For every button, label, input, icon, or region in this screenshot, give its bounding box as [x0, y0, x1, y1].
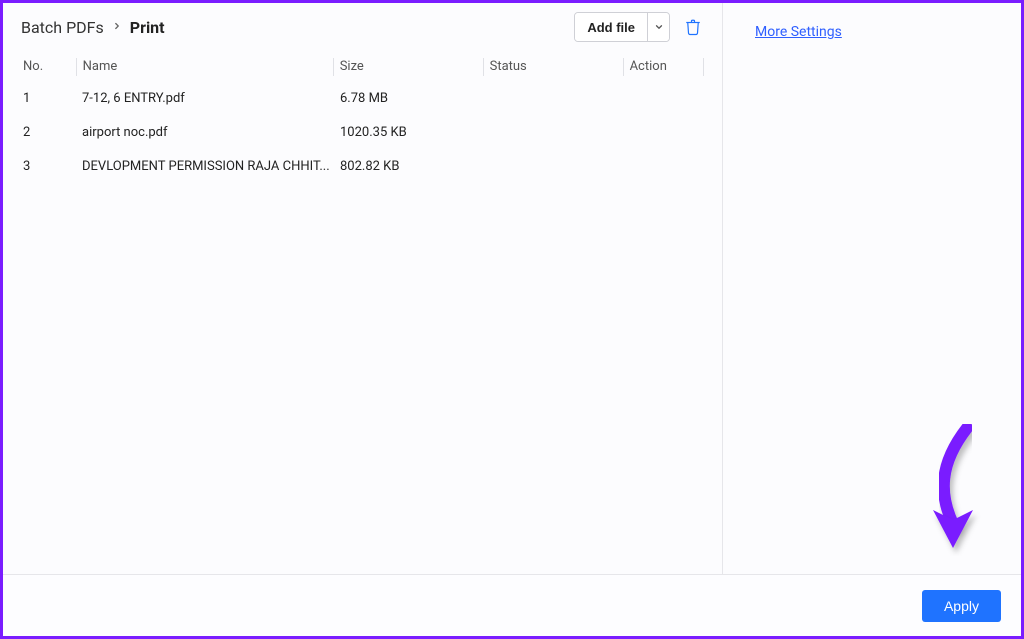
footer-bar: Apply	[3, 574, 1021, 636]
col-header-name: Name	[77, 59, 333, 74]
breadcrumb-root[interactable]: Batch PDFs	[21, 18, 104, 37]
add-file-dropdown[interactable]	[647, 13, 669, 41]
cell-name: DEVLOPMENT PERMISSION RAJA CHHIT...	[76, 159, 334, 174]
table-row[interactable]: 17-12, 6 ENTRY.pdf6.78 MB	[21, 81, 704, 115]
trash-icon[interactable]	[682, 16, 704, 38]
table-row[interactable]: 3DEVLOPMENT PERMISSION RAJA CHHIT...802.…	[21, 149, 704, 183]
chevron-right-icon	[112, 19, 122, 35]
cell-size: 802.82 KB	[334, 159, 484, 174]
breadcrumb-current: Print	[130, 18, 165, 37]
cell-size: 1020.35 KB	[334, 125, 484, 140]
add-file-split-button[interactable]: Add file	[574, 12, 670, 42]
add-file-button[interactable]: Add file	[575, 13, 647, 41]
col-header-size: Size	[334, 59, 483, 74]
more-settings-link[interactable]: More Settings	[755, 24, 842, 40]
table-header: No. Name Size Status Action	[3, 51, 722, 81]
header-divider	[703, 58, 704, 76]
apply-button[interactable]: Apply	[922, 590, 1001, 622]
cell-no: 1	[21, 91, 76, 106]
cell-no: 2	[21, 125, 76, 140]
cell-size: 6.78 MB	[334, 91, 484, 106]
col-header-no: No.	[21, 59, 76, 74]
table-row[interactable]: 2airport noc.pdf1020.35 KB	[21, 115, 704, 149]
cell-name: airport noc.pdf	[76, 125, 334, 140]
cell-name: 7-12, 6 ENTRY.pdf	[76, 91, 334, 106]
breadcrumb: Batch PDFs Print	[21, 18, 574, 37]
col-header-action: Action	[624, 59, 703, 74]
table-body: 17-12, 6 ENTRY.pdf6.78 MB2airport noc.pd…	[3, 81, 722, 183]
col-header-status: Status	[484, 59, 623, 74]
cell-no: 3	[21, 159, 76, 174]
